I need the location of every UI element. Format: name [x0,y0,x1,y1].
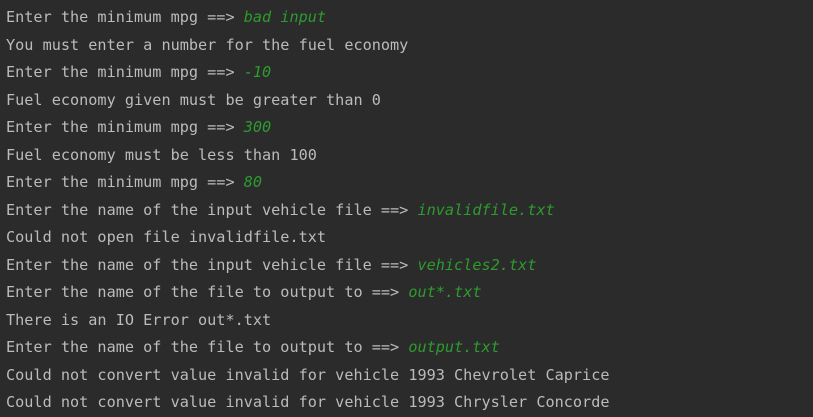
console-output-text: Fuel economy must be less than 100 [6,145,317,164]
console-line: Fuel economy must be less than 100 [6,142,813,170]
console-output-text: Enter the name of the file to output to … [6,338,409,356]
console-user-input: 300 [243,118,272,136]
console-user-input: out*.txt [408,283,482,301]
console-line: Enter the minimum mpg ==> -10 [6,59,813,87]
console-user-input: invalidfile.txt [417,200,555,219]
console-line: Enter the name of the file to output to … [6,334,813,362]
console-line: Enter the name of the input vehicle file… [6,252,813,280]
console-output-text: There is an IO Error out*.txt [6,310,272,329]
console-line: Enter the minimum mpg ==> 300 [6,114,813,142]
console-line: Enter the minimum mpg ==> 80 [6,169,813,197]
console-line: Enter the name of the input vehicle file… [6,197,813,225]
console-user-input: bad input [243,8,327,26]
console-output-text: Enter the minimum mpg ==> [6,173,244,191]
console-line: You must enter a number for the fuel eco… [6,32,813,60]
console-line: There is an IO Error out*.txt [6,307,813,335]
console-output-text: Enter the name of the file to output to … [6,283,409,301]
console-line: Enter the minimum mpg ==> bad input [6,4,813,32]
console-output-text: Enter the name of the input vehicle file… [6,255,418,274]
console-user-input: -10 [243,63,272,81]
console-user-input: 80 [243,173,263,191]
console-output-text: Could not convert value invalid for vehi… [6,365,610,384]
console-line: Could not convert value invalid for vehi… [6,362,813,390]
console-output-text: Fuel economy given must be greater than … [6,90,381,109]
console-line: Could not open file invalidfile.txt [6,224,813,252]
console-output-text: Could not convert value invalid for vehi… [6,393,610,411]
console-user-input: output.txt [408,338,500,356]
console-output-text: Enter the minimum mpg ==> [6,63,244,81]
console-output-text: Enter the name of the input vehicle file… [6,200,418,219]
console-output-text: Could not open file invalidfile.txt [6,228,327,246]
console-line: Could not convert value invalid for vehi… [6,389,813,417]
console-output[interactable]: Enter the minimum mpg ==> bad input You … [0,0,813,417]
console-output-text: You must enter a number for the fuel eco… [6,35,409,54]
console-output-text: Enter the minimum mpg ==> [6,118,244,136]
console-line: Enter the name of the file to output to … [6,279,813,307]
console-output-text: Enter the minimum mpg ==> [6,8,244,26]
console-user-input: vehicles2.txt [417,255,537,274]
console-line: Fuel economy given must be greater than … [6,87,813,115]
